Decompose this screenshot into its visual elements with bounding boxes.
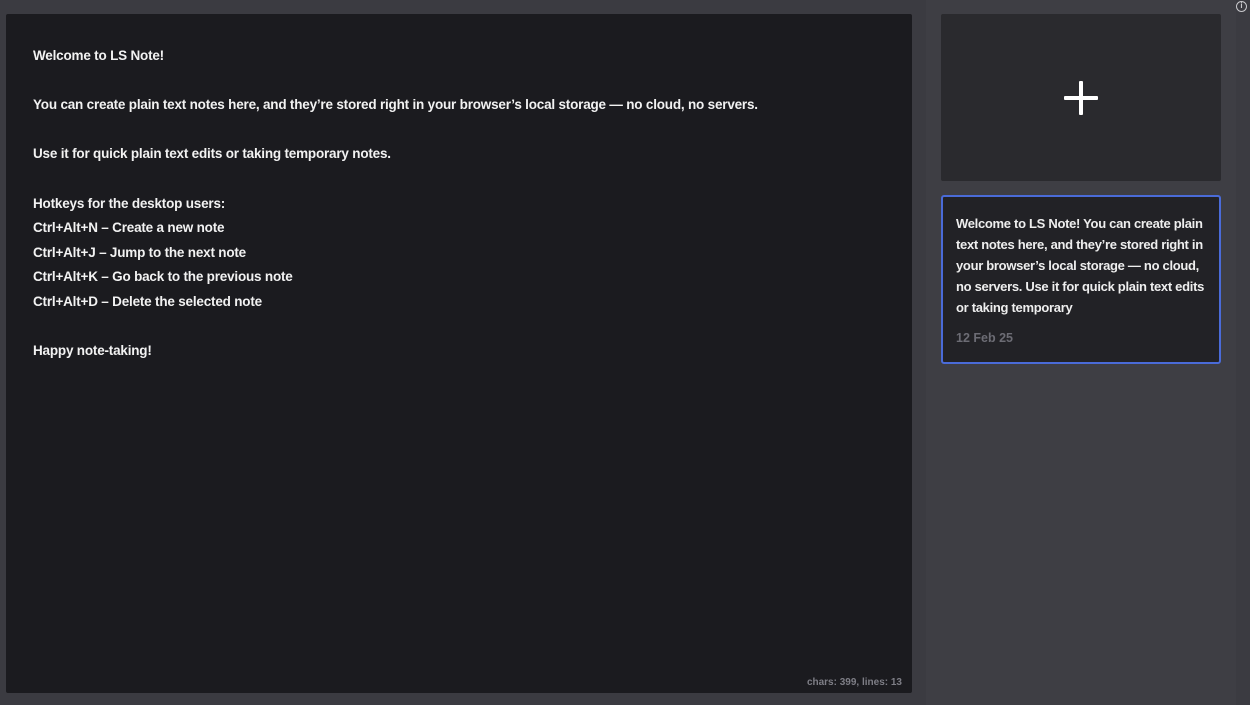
editor-line: Ctrl+Alt+D – Delete the selected note (33, 293, 262, 309)
plus-icon (1064, 80, 1098, 115)
note-editor[interactable]: Welcome to LS Note! You can create plain… (6, 14, 912, 693)
editor-line: Welcome to LS Note! (33, 48, 164, 63)
editor-line: Happy note-taking! (33, 343, 152, 359)
editor-line: Ctrl+Alt+N – Create a new note (33, 220, 225, 236)
note-date: 12 Feb 25 (956, 331, 1013, 345)
new-note-button[interactable] (941, 14, 1221, 181)
editor-line: You can create plain text notes here, an… (33, 97, 758, 113)
note-preview: Welcome to LS Note! You can create plain… (956, 216, 1205, 315)
editor-text[interactable]: Welcome to LS Note! You can create plain… (33, 44, 882, 364)
editor-stats: chars: 399, lines: 13 (806, 677, 902, 688)
info-icon[interactable]: i (1236, 1, 1247, 12)
note-list-item[interactable]: Welcome to LS Note! You can create plain… (941, 195, 1221, 364)
editor-line: Use it for quick plain text edits or tak… (33, 146, 391, 162)
editor-line: Ctrl+Alt+K – Go back to the previous not… (33, 269, 293, 285)
app-window: Welcome to LS Note! You can create plain… (0, 0, 1250, 705)
editor-line: Ctrl+Alt+J – Jump to the next note (33, 244, 246, 260)
editor-line: Hotkeys for the desktop users: (33, 195, 226, 211)
